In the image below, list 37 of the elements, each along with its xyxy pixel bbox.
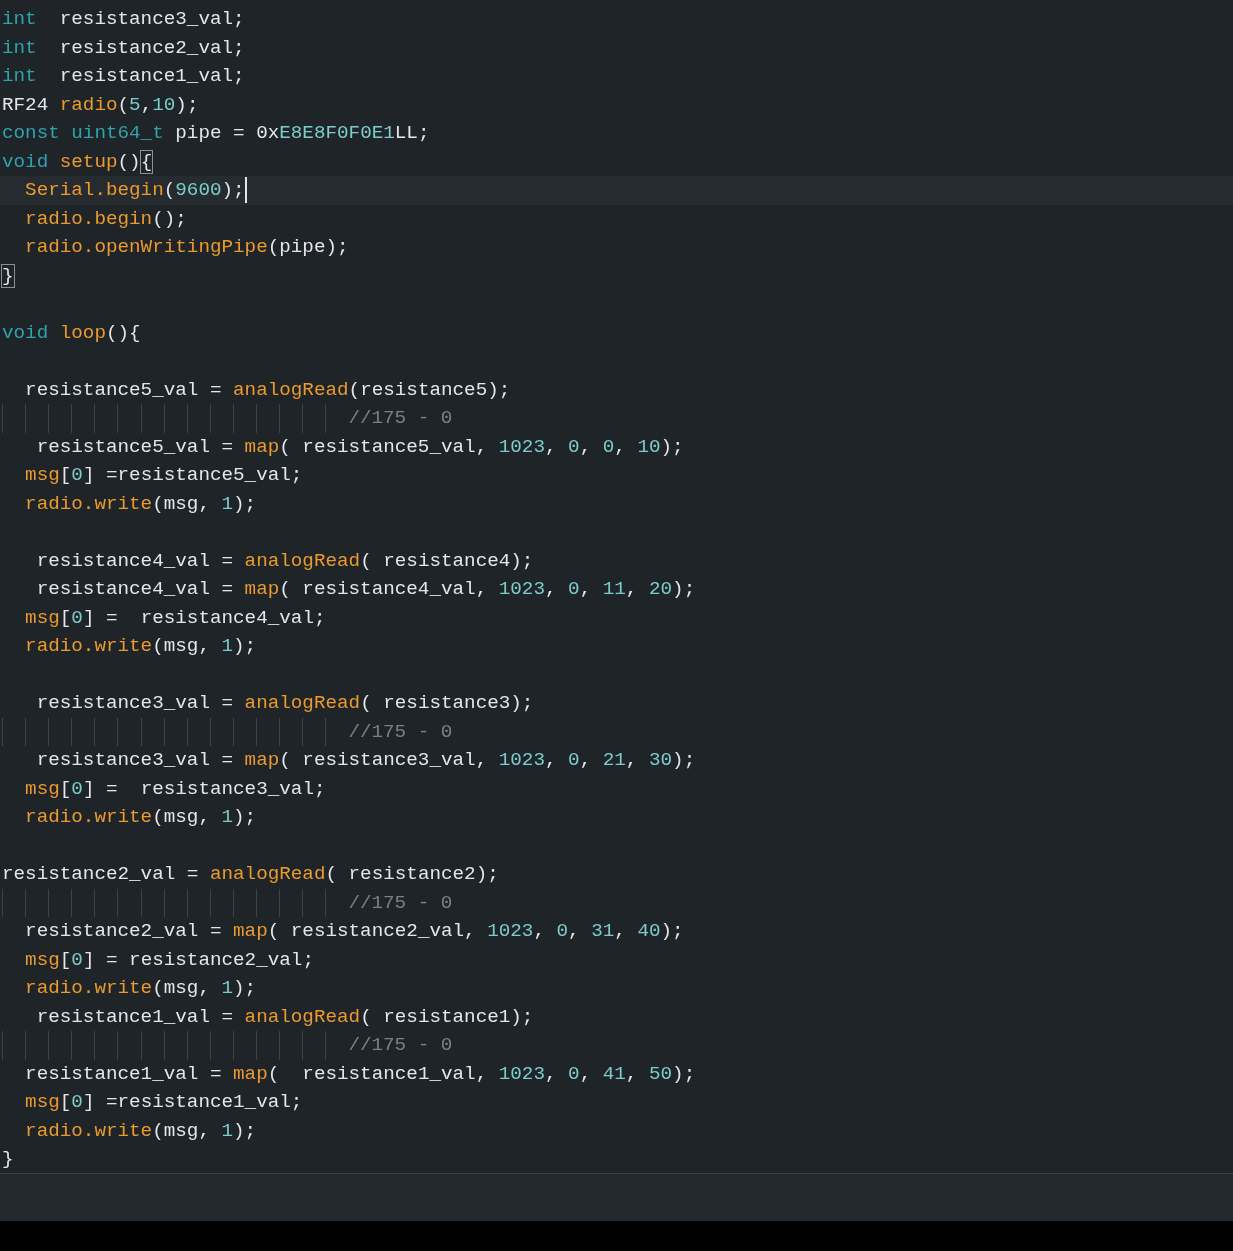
code-line: radio.begin(); xyxy=(24,206,187,232)
code-line: radio.openWritingPipe(pipe); xyxy=(24,235,349,260)
code-line: int resistance3_val; xyxy=(1,7,245,32)
code-line: resistance1_val = map( resistance1_val, 1023, 0, 41, 50); xyxy=(24,1061,696,1087)
code-line: RF24 radio(5,10); xyxy=(1,92,199,118)
code-line: resistance5_val = analogRead(resistance5); xyxy=(24,377,511,403)
code-line: void setup(){ xyxy=(1,149,153,175)
code-line: } xyxy=(1,1147,14,1172)
code-line: //175 - 0 xyxy=(0,888,453,917)
text-cursor xyxy=(244,177,247,203)
code-line: resistance5_val = map( resistance5_val, 1023, 0, 0, 10); xyxy=(35,434,684,460)
code-line: const uint64_t pipe = 0xE8E8F0F0E1LL; xyxy=(1,121,430,146)
code-line: resistance2_val = analogRead( resistance2); xyxy=(1,862,499,887)
code-line: msg[0] = resistance3_val; xyxy=(24,776,326,802)
code-line: resistance1_val = analogRead( resistance1); xyxy=(35,1004,534,1030)
code-line: //175 - 0 xyxy=(0,1031,453,1060)
code-line: msg[0] =resistance1_val; xyxy=(24,1090,303,1115)
code-line: resistance3_val = map( resistance3_val, 1023, 0, 21, 30); xyxy=(35,748,696,773)
code-line: radio.write(msg, 1); xyxy=(24,805,257,830)
code-line: radio.write(msg, 1); xyxy=(24,491,257,517)
code-line: radio.write(msg, 1); xyxy=(24,1118,257,1144)
code-line: radio.write(msg, 1); xyxy=(24,976,257,1001)
code-line: //175 - 0 xyxy=(0,717,453,746)
code-line: void loop(){ xyxy=(1,320,141,346)
code-line: resistance4_val = map( resistance4_val, 1023, 0, 11, 20); xyxy=(35,577,696,602)
code-line: } xyxy=(1,263,14,289)
code-line: //175 - 0 xyxy=(0,404,453,433)
code-line: msg[0] = resistance4_val; xyxy=(24,605,326,631)
code-line: resistance3_val = analogRead( resistance3); xyxy=(35,691,534,716)
code-line: resistance2_val = map( resistance2_val, 1023, 0, 31, 40); xyxy=(24,919,684,944)
code-line: msg[0] =resistance5_val; xyxy=(24,463,303,488)
code-line: Serial.begin(9600); xyxy=(24,178,245,203)
code-line: resistance4_val = analogRead( resistance4); xyxy=(35,548,534,574)
code-line: msg[0] = resistance2_val; xyxy=(24,947,314,973)
code-line: int resistance2_val; xyxy=(1,35,245,61)
code-line: radio.write(msg, 1); xyxy=(24,634,257,659)
code-line: int resistance1_val; xyxy=(1,64,245,89)
